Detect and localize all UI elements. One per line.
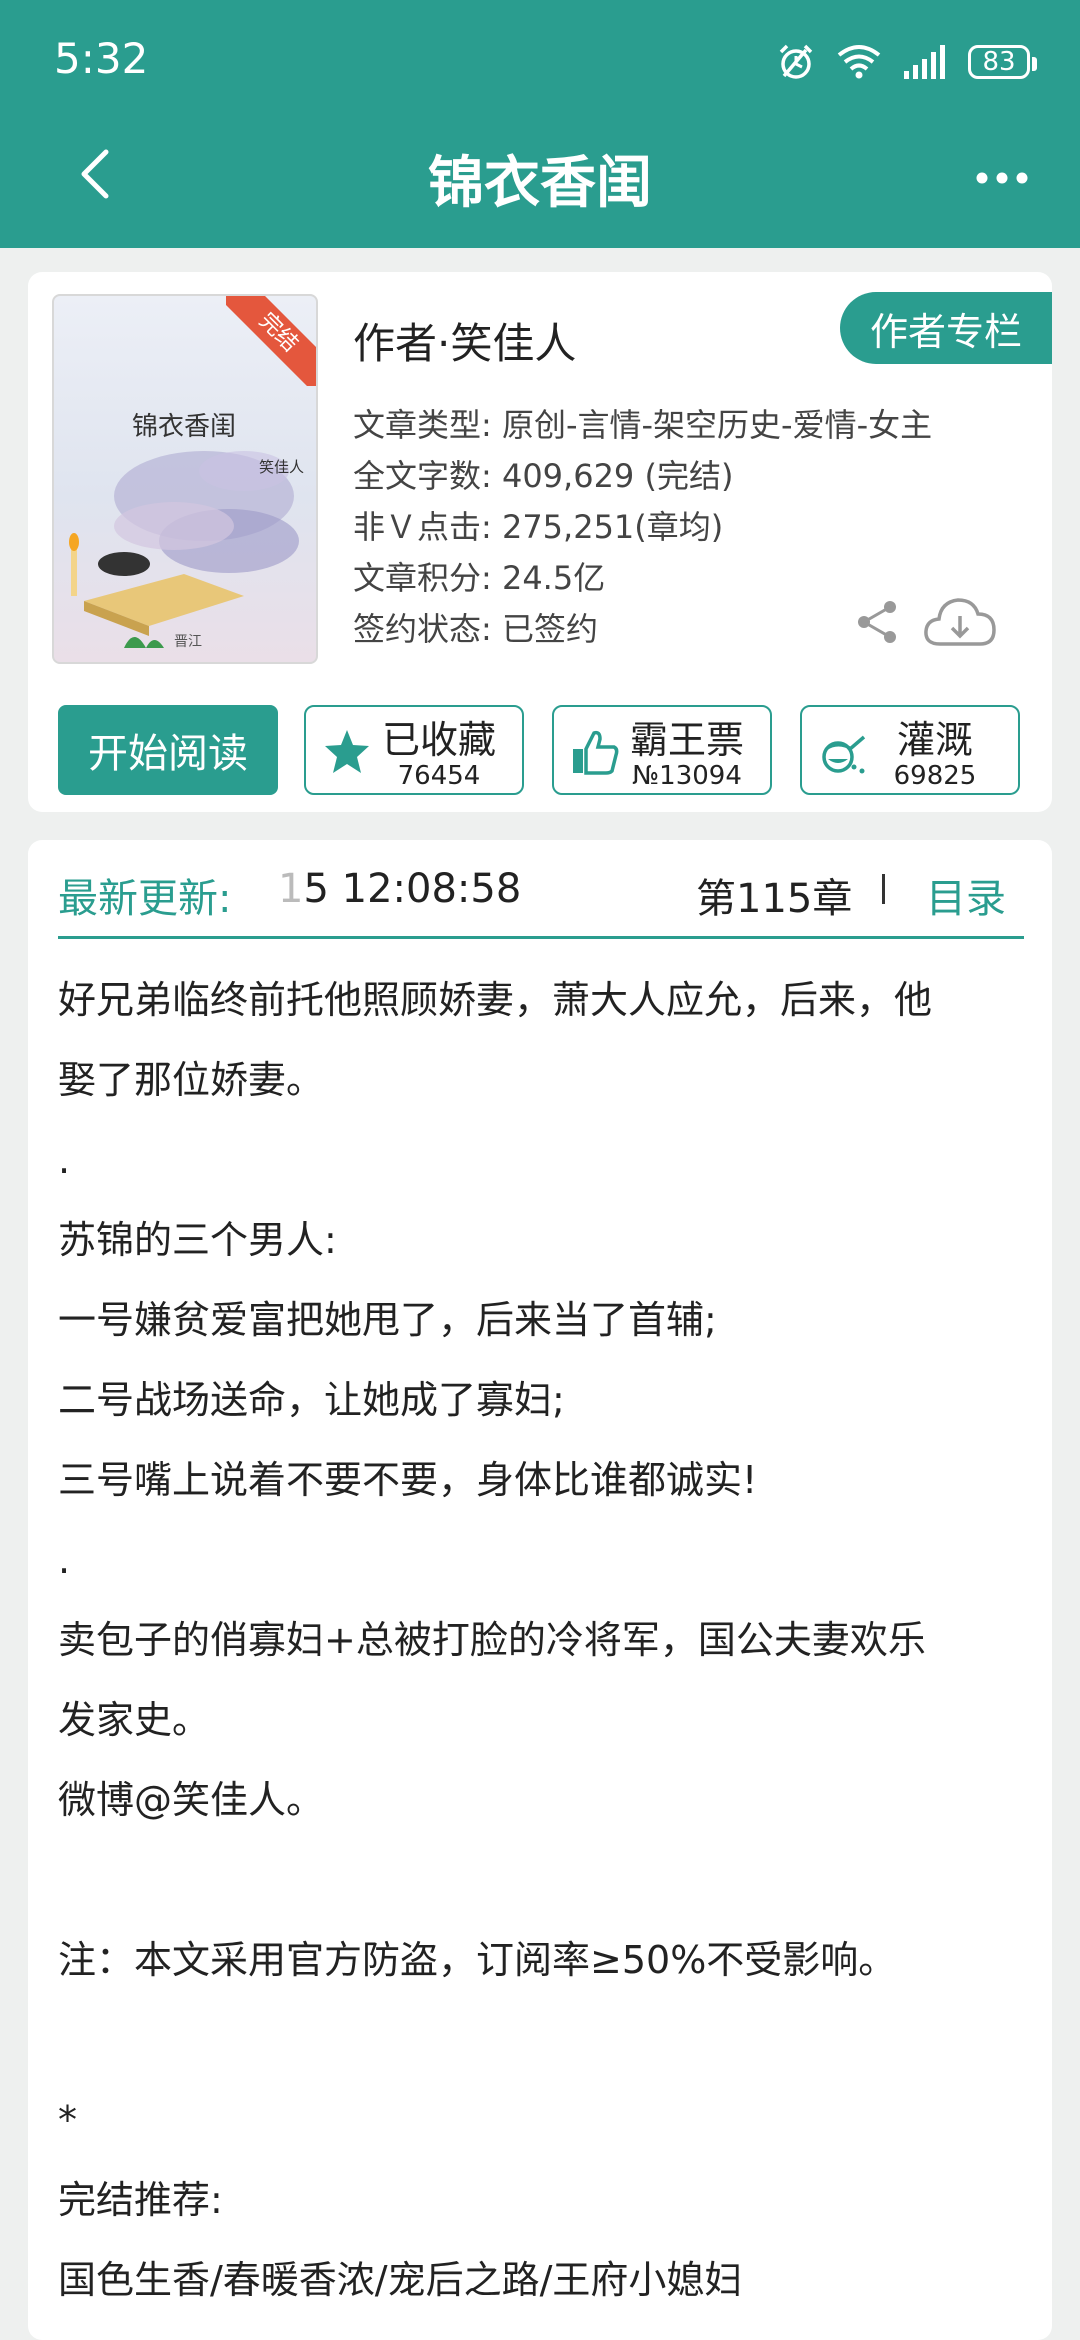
toc-link[interactable]: 目录	[926, 866, 1006, 924]
desc-line: 注：本文采用官方防盗，订阅率≥50%不受影响。	[58, 1938, 897, 1982]
vote-button[interactable]: 霸王票 №13094	[552, 705, 772, 795]
cover-title: 锦衣香闺	[132, 412, 237, 442]
info-clicks: 非Ｖ点击: 275,251(章均)	[353, 508, 724, 546]
vote-label: 霸王票	[629, 718, 744, 762]
start-reading-button[interactable]: 开始阅读	[58, 705, 278, 795]
info-genre: 文章类型: 原创-言情-架空历史-爱情-女主	[353, 406, 933, 444]
water-label: 灌溉	[896, 718, 973, 762]
latest-update-time: 15 12:08:58	[278, 866, 521, 912]
desc-line: 苏锦的三个男人:	[58, 1218, 337, 1262]
status-icons: 83	[776, 36, 1037, 88]
author-column-button[interactable]: 作者专栏	[840, 292, 1052, 364]
book-info-list: 文章类型: 原创-言情-架空历史-爱情-女主 全文字数: 409,629 (完结…	[353, 400, 932, 655]
favorite-button[interactable]: 已收藏 76454	[304, 705, 524, 795]
desc-line: *	[58, 2098, 77, 2142]
desc-line: 一号嫌贫爱富把她甩了，后来当了首辅;	[58, 1298, 717, 1342]
description-card: 最新更新: 15 12:08:58 第115章 目录 好兄弟临终前托他照顾娇妻，…	[28, 840, 1052, 2340]
download-icon[interactable]	[922, 594, 998, 650]
vote-count: №13094	[632, 761, 742, 791]
battery-icon: 83	[968, 45, 1037, 79]
info-word-count: 全文字数: 409,629 (完结)	[353, 457, 734, 495]
book-info-card: 晋江 锦衣香闺 笑佳人 完结 作者·笑佳人 作者专栏 文章类型: 原创-言情-架…	[28, 272, 1052, 812]
info-score: 文章积分: 24.5亿	[353, 559, 606, 597]
desc-line: 卖包子的俏寡妇+总被打脸的冷将军，国公夫妻欢乐	[58, 1618, 926, 1662]
book-cover[interactable]: 晋江 锦衣香闺 笑佳人 完结	[52, 294, 318, 664]
alarm-icon	[779, 44, 813, 79]
latest-update-label: 最新更新:	[58, 876, 232, 922]
wifi-icon	[837, 45, 881, 79]
desc-line: 完结推荐:	[58, 2178, 223, 2222]
desc-line: .	[58, 1538, 71, 1582]
water-count: 69825	[893, 761, 977, 791]
desc-line: 三号嘴上说着不要不要，身体比谁都诚实!	[58, 1458, 758, 1502]
desc-line: 好兄弟临终前托他照顾娇妻，萧大人应允，后来，他	[58, 978, 933, 1022]
latest-update-time-cut: 1	[278, 866, 304, 912]
svg-text:晋江: 晋江	[174, 634, 202, 650]
water-button[interactable]: 灌溉 69825	[800, 705, 1020, 795]
update-underline	[58, 936, 1024, 939]
more-icon[interactable]	[974, 150, 1030, 206]
share-icon[interactable]	[854, 598, 902, 646]
desc-line: .	[58, 1138, 71, 1182]
cover-author: 笑佳人	[258, 458, 304, 476]
status-time: 5:32	[54, 34, 149, 83]
author-name[interactable]: 作者·笑佳人	[353, 310, 576, 371]
favorite-count: 76454	[397, 761, 481, 791]
latest-chapter[interactable]: 第115章	[696, 866, 852, 924]
desc-line: 二号战场送命，让她成了寡妇;	[58, 1378, 565, 1422]
completed-badge: 完结	[226, 296, 316, 386]
battery-level: 83	[982, 47, 1016, 77]
book-description: 好兄弟临终前托他照顾娇妻，萧大人应允，后来，他 娶了那位娇妻。 . 苏锦的三个男…	[58, 960, 1028, 2320]
latest-update-time-text: 5 12:08:58	[303, 866, 522, 912]
desc-line	[58, 1840, 1028, 1920]
app-header: 5:32 83 锦衣香闺	[0, 0, 1080, 248]
completed-ribbon: 完结	[226, 296, 316, 386]
signal-icon	[904, 45, 945, 79]
desc-line	[58, 2000, 1028, 2080]
info-contract: 签约状态: 已签约	[353, 610, 598, 648]
favorite-label: 已收藏	[381, 718, 496, 762]
desc-line: 娶了那位娇妻。	[58, 1058, 325, 1102]
desc-line: 国色生香/春暖香浓/宠后之路/王府小媳妇	[58, 2258, 743, 2302]
desc-line: 发家史。	[58, 1698, 211, 1742]
page-title: 锦衣香闺	[428, 151, 652, 216]
desc-line: 微博@笑佳人。	[58, 1778, 325, 1822]
divider	[882, 874, 885, 904]
